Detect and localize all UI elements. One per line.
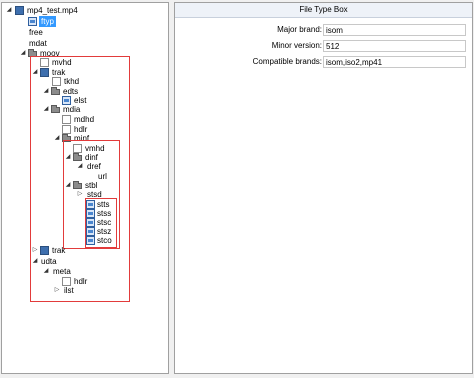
tree-node-label: free (29, 28, 43, 37)
document-icon (52, 77, 61, 86)
box-icon (86, 236, 95, 245)
box-icon (86, 200, 95, 209)
compatible-brands-field[interactable]: isom,iso2,mp41 (323, 56, 466, 68)
tree-node-label: stco (97, 236, 112, 245)
expand-arrow-icon[interactable]: ◢ (77, 161, 83, 172)
video-file-icon (15, 6, 24, 15)
expand-arrow-icon[interactable]: ◢ (54, 133, 60, 144)
tree-node-label: mp4_test.mp4 (27, 6, 78, 15)
major-brand-field[interactable]: isom (323, 24, 466, 36)
expand-arrow-icon[interactable]: ◢ (20, 48, 26, 59)
expand-arrow-icon[interactable]: ◢ (6, 5, 12, 16)
expand-arrow-icon[interactable]: ◢ (32, 256, 38, 267)
folder-icon (28, 49, 37, 57)
detail-title: File Type Box (175, 3, 472, 18)
box-icon (28, 17, 37, 26)
field-label: Compatible brands: (252, 57, 322, 66)
expand-arrow-icon[interactable]: ◢ (65, 180, 71, 191)
box-tree-panel[interactable]: ◢ mp4_test.mp4 ftyp free mdat ◢ moov mvh… (1, 2, 169, 374)
box-icon (86, 227, 95, 236)
tree-node-label: ilst (64, 286, 74, 295)
detail-row-compatible-brands: Compatible brands: isom,iso2,mp41 (175, 55, 472, 69)
expand-arrow-icon[interactable]: ▷ (54, 285, 60, 296)
tree-node-label: hdlr (74, 277, 88, 286)
detail-row-minor-version: Minor version: 512 (175, 39, 472, 53)
expand-arrow-icon[interactable]: ▷ (32, 245, 38, 256)
expand-arrow-icon[interactable]: ◢ (43, 86, 49, 97)
minor-version-field[interactable]: 512 (323, 40, 466, 52)
expand-arrow-icon[interactable]: ◢ (32, 67, 38, 78)
field-label: Major brand: (277, 25, 322, 34)
document-icon (40, 58, 49, 67)
tree-node-label: meta (53, 267, 71, 276)
expand-arrow-icon[interactable]: ◢ (43, 104, 49, 115)
tree-node-label: ftyp (39, 16, 56, 27)
document-icon (62, 115, 71, 124)
box-icon (86, 218, 95, 227)
tree-node-label: trak (52, 246, 66, 255)
document-icon (73, 144, 82, 153)
expand-arrow-icon[interactable]: ▷ (77, 189, 83, 200)
tree-node-label: url (98, 172, 107, 181)
expand-arrow-icon[interactable]: ◢ (43, 266, 49, 277)
detail-row-major-brand: Major brand: isom (175, 23, 472, 37)
track-icon (40, 68, 49, 77)
field-label: Minor version: (271, 41, 322, 50)
folder-icon (51, 87, 60, 95)
box-icon (86, 209, 95, 218)
box-detail-panel: File Type Box Major brand: isom Minor ve… (174, 2, 473, 374)
folder-icon (62, 134, 71, 142)
expand-arrow-icon[interactable]: ◢ (65, 152, 71, 163)
track-icon (40, 246, 49, 255)
document-icon (62, 125, 71, 134)
folder-icon (51, 105, 60, 113)
